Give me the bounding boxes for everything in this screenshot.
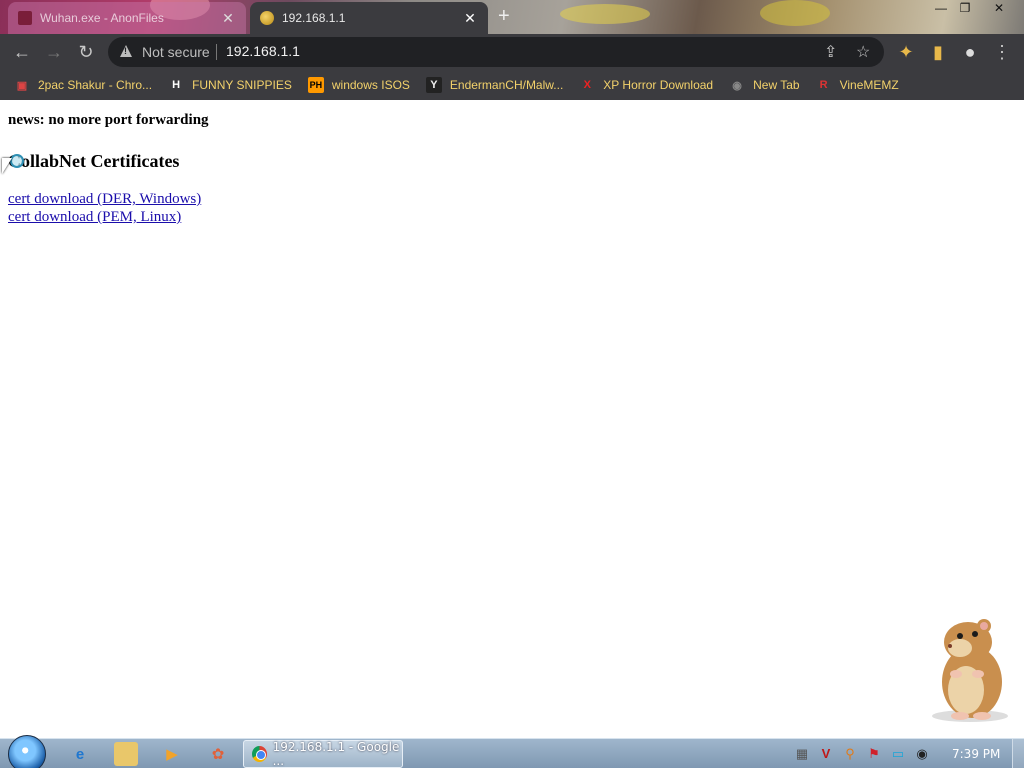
bookmark-label: VineMEMZ — [839, 78, 899, 92]
close-window-button[interactable]: ✕ — [986, 0, 1012, 18]
bookmark-label: 2pac Shakur - Chro... — [38, 78, 153, 92]
start-button[interactable] — [8, 735, 46, 768]
flag-icon[interactable]: ⚑ — [866, 746, 882, 762]
bookmark-item[interactable]: H FUNNY SNIPPIES — [168, 77, 292, 93]
forward-button[interactable]: → — [42, 40, 66, 64]
ph-icon: PH — [307, 77, 324, 93]
bookmark-star-icon[interactable]: ☆ — [856, 42, 870, 62]
browser-toolbar: ← → ↻ Not secure 192.168.1.1 ⇪ ☆ ✦ ▮ ● ⋮ — [0, 34, 1024, 70]
search-icon[interactable]: ⚲ — [842, 746, 858, 762]
bookmarks-bar: ▣ 2pac Shakur - Chro... H FUNNY SNIPPIES PH w… — [0, 70, 1024, 100]
taskbar-chrome-window[interactable]: 192.168.1.1 - Google ... — [243, 740, 403, 768]
divider — [216, 44, 217, 60]
bookmark-item[interactable]: X XP Horror Download — [579, 77, 714, 93]
tab-192-168-1-1[interactable]: 192.168.1.1 ✕ — [250, 2, 488, 34]
wallpaper-splat — [760, 0, 830, 26]
warning-icon[interactable] — [120, 45, 132, 57]
page-content: news: no more port forwarding CollabNet … — [0, 100, 1024, 738]
reload-button[interactable]: ↻ — [74, 40, 98, 64]
busy-cursor-icon — [10, 154, 24, 168]
clock[interactable]: 7:39 PM — [952, 747, 1000, 761]
bookmark-label: New Tab — [753, 78, 800, 92]
cert-pem-linux-link[interactable]: cert download (PEM, Linux) — [8, 209, 181, 226]
show-desktop-button[interactable] — [1012, 739, 1024, 768]
share-icon[interactable]: ⇪ — [824, 42, 837, 62]
wallpaper-splat — [560, 4, 650, 24]
profile-avatar-icon[interactable]: ● — [958, 40, 982, 64]
close-tab-icon[interactable]: ✕ — [220, 10, 236, 27]
url-text[interactable]: 192.168.1.1 — [226, 43, 300, 59]
bookmark-label: windows ISOS — [331, 78, 410, 92]
restore-button[interactable]: ❐ — [952, 0, 978, 18]
v-icon[interactable]: V — [818, 746, 834, 762]
menu-icon[interactable]: ⋮ — [990, 40, 1014, 64]
minimize-button[interactable]: — — [928, 0, 954, 18]
cert-der-windows-link[interactable]: cert download (DER, Windows) — [8, 191, 201, 208]
bookmark-label: FUNNY SNIPPIES — [192, 78, 292, 92]
mouse-pointer-icon — [2, 158, 12, 174]
file-icon — [18, 11, 32, 25]
back-button[interactable]: ← — [10, 40, 34, 64]
explorer-icon[interactable] — [114, 742, 138, 766]
hamster-mascot-icon[interactable] — [920, 612, 1016, 724]
paint-icon[interactable]: ✿ — [206, 742, 230, 766]
taskbar: e ▶ ✿ 192.168.1.1 - Google ... ▦ V ⚲ ⚑ ▭… — [0, 735, 1024, 768]
close-tab-icon[interactable]: ✕ — [462, 10, 478, 27]
monitor-icon[interactable]: ▭ — [890, 746, 906, 762]
security-status[interactable]: Not secure — [142, 44, 210, 60]
h-icon: H — [172, 79, 181, 91]
bookmark-item[interactable]: ◉ New Tab — [729, 77, 799, 93]
bookmark-item[interactable]: Y EndermanCH/Malw... — [425, 77, 564, 93]
news-text: news: no more port forwarding — [8, 112, 209, 128]
ie-icon[interactable]: e — [68, 742, 92, 766]
bookmark-item[interactable]: PH windows ISOS — [307, 77, 410, 93]
r-icon: R — [819, 79, 828, 91]
bookmark-label: XP Horror Download — [603, 78, 714, 92]
bookmark-label: EndermanCH/Malw... — [449, 78, 564, 92]
tab-strip: Wuhan.exe - AnonFiles ✕ 192.168.1.1 ✕ + … — [0, 0, 1024, 34]
speaker-icon[interactable]: ◉ — [914, 746, 930, 762]
yt-icon: Y — [425, 77, 442, 93]
globe-icon — [260, 11, 274, 25]
side-panel-icon[interactable]: ▮ — [926, 40, 950, 64]
extensions-icon[interactable]: ✦ — [894, 40, 918, 64]
tab-title: 192.168.1.1 — [282, 11, 346, 25]
new-tab-button[interactable]: + — [498, 5, 510, 28]
network-icon[interactable]: ▦ — [794, 746, 810, 762]
chrome-icon — [252, 746, 267, 762]
tab-title: Wuhan.exe - AnonFiles — [40, 11, 164, 25]
globe-icon: ◉ — [732, 79, 742, 92]
x-icon: X — [583, 79, 591, 91]
bookmark-item[interactable]: ▣ 2pac Shakur - Chro... — [14, 77, 152, 93]
bookmark-item[interactable]: R VineMEMZ — [816, 77, 899, 93]
address-bar[interactable]: Not secure 192.168.1.1 ⇪ ☆ — [108, 37, 884, 67]
taskbar-window-label: 192.168.1.1 - Google ... — [272, 740, 400, 768]
page-title: CollabNet Certificates — [8, 151, 180, 171]
news-icon: ▣ — [16, 79, 28, 92]
tab-anonfiles[interactable]: Wuhan.exe - AnonFiles ✕ — [8, 2, 246, 34]
media-player-icon[interactable]: ▶ — [160, 742, 184, 766]
